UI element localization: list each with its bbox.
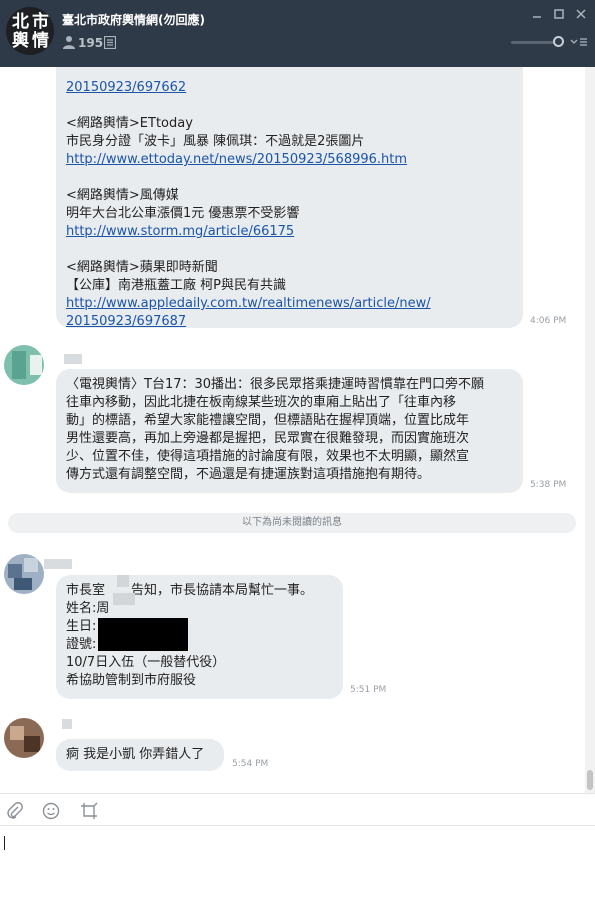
chat-title[interactable]: 臺北市政府輿情網(勿回應) [62,11,205,28]
maximize-icon[interactable] [553,8,565,20]
message-line: 明年大台北公車漲價1元 優惠票不受影響 [66,206,300,221]
message-line: 希協助管制到市府服役 [66,673,197,688]
attach-icon[interactable] [6,802,24,820]
sender-avatar[interactable] [4,345,44,385]
news-link[interactable]: http://www.ettoday.net/news/20150923/568… [66,151,513,169]
text-caret [4,836,5,850]
message-time: 5:54 PM [232,759,269,769]
message-line: 市長室 告知，市長協請本局幫忙一事。 [66,583,314,598]
redacted-name-blur [113,593,135,605]
avatar-char: 情 [32,31,49,51]
avatar-char: 北 [12,12,29,32]
message-input[interactable] [0,826,595,901]
notes-icon[interactable] [104,36,116,49]
avatar-char: 市 [32,12,49,32]
message-line: 姓名:周 [66,601,110,616]
message-line: <網路輿情>ETtoday [66,116,193,131]
message-time: 5:38 PM [530,480,567,490]
volume-knob[interactable] [553,36,564,47]
message-line: 10/7日入伍（一般替代役） [66,655,226,670]
message-line: 傳方式還有調整空間，不過還是有捷運族對這項措施抱有期待。 [66,467,431,482]
chat-history[interactable]: 20150923/697662 <網路輿情>ETtoday 市民身分證「波卡」風… [0,67,585,793]
message-line: <網路輿情>蘋果即時新聞 [66,260,218,275]
minimize-icon[interactable] [531,8,543,20]
message-time: 4:06 PM [530,316,567,326]
scrollbar-thumb[interactable] [587,770,593,790]
redacted-name-blur [117,575,129,587]
message-line: 少、位置不佳，使得這項措施的討論度有限，效果也不太明顯，顯然宣 [66,449,470,464]
message-line: 男性還要高，再加上旁邊都是握把，民眾實在很難發現，而因實施班次 [66,431,470,446]
redacted-personal-info [98,618,188,651]
message-line: 動」的標語，希望大家能禮讓空間，但標語貼在握桿頂端，位置比成年 [66,413,470,428]
news-link[interactable]: http://www.appledaily.com.tw/realtimenew… [66,295,513,313]
sender-name-redacted [64,354,82,364]
avatar-char: 輿 [12,31,29,51]
unread-divider: 以下為尚未閱讀的訊息 [8,513,576,533]
message-line: <網路輿情>風傳媒 [66,188,179,203]
member-count[interactable]: 195 [78,36,103,50]
message-time: 5:51 PM [350,685,387,695]
message-bubble[interactable]: 〈電視輿情〉T台17：30播出：很多民眾搭乘捷運時習慣靠在門口旁不願 往車內移動… [56,369,523,493]
group-avatar[interactable]: 北 市 輿 情 [6,7,54,55]
message-bubble[interactable]: 20150923/697662 <網路輿情>ETtoday 市民身分證「波卡」風… [56,67,523,331]
message-bubble[interactable]: 痾 我是小凱 你弄錯人了 [56,739,224,771]
message-line: 痾 我是小凱 你弄錯人了 [66,747,205,762]
menu-caret-icon[interactable] [570,37,588,47]
news-link[interactable]: 20150923/697687 [66,313,513,331]
emoji-icon[interactable] [42,802,60,820]
message-line [66,169,513,187]
member-icon[interactable] [62,35,76,49]
sender-avatar[interactable] [4,718,44,758]
sender-avatar[interactable] [4,554,44,594]
message-line: 〈電視輿情〉T台17：30播出：很多民眾搭乘捷運時習慣靠在門口旁不願 [66,377,485,392]
chat-header: 北 市 輿 情 臺北市政府輿情網(勿回應) 195 [0,0,595,67]
news-link[interactable]: http://www.storm.mg/article/66175 [66,223,513,241]
chat-scrollbar[interactable] [585,67,595,793]
news-link[interactable]: 20150923/697662 [66,79,513,97]
close-icon[interactable] [575,8,587,20]
message-line: 市民身分證「波卡」風暴 陳佩琪：不過就是2張圖片 [66,134,365,149]
sender-name-redacted [44,559,72,569]
message-line [66,241,513,259]
sender-name-redacted [62,719,72,729]
crop-icon[interactable] [80,802,98,820]
compose-toolbar [0,793,595,826]
window-controls [531,8,587,20]
message-line [66,97,513,115]
message-line: 往車內移動，因此北捷在板南線某些班次的車廂上貼出了「往車內移 [66,395,457,410]
message-line: 【公庫】南港瓶蓋工廠 柯P與民有共識 [66,278,286,293]
